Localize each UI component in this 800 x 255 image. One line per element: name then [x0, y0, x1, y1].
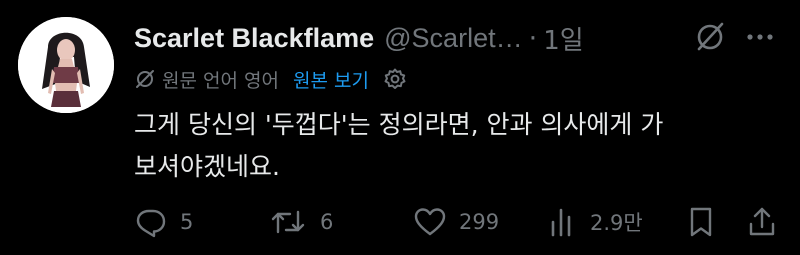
retweet-button[interactable]: 6 — [268, 202, 333, 242]
share-button[interactable] — [746, 202, 778, 242]
author-handle[interactable]: @Scarlet… — [384, 23, 522, 54]
show-original-link[interactable]: 원본 보기 — [293, 66, 369, 93]
more-options-button[interactable] — [740, 18, 780, 54]
translation-settings-button[interactable] — [383, 67, 407, 91]
bookmark-button[interactable] — [686, 202, 716, 242]
views-icon — [551, 208, 571, 237]
reply-count: 5 — [180, 210, 194, 234]
share-icon — [749, 207, 775, 236]
gear-icon — [384, 68, 406, 89]
translate-icon — [136, 70, 154, 88]
more-horizontal-icon — [747, 34, 773, 40]
retweet-count: 6 — [320, 210, 334, 234]
like-count: 299 — [459, 210, 500, 234]
action-bar: 5 6 299 2.9만 — [134, 202, 784, 242]
bookmark-icon — [690, 207, 712, 237]
heart-icon — [414, 208, 446, 236]
post-header: Scarlet Blackflame @Scarlet… · 1일 — [134, 18, 784, 58]
slash-circle-icon — [697, 22, 724, 51]
translation-bar: 원문 언어 영어 원본 보기 — [134, 62, 407, 96]
avatar-image — [18, 17, 114, 113]
tweet-text-line-2: 보셔야겠네요. — [134, 152, 280, 181]
like-button[interactable]: 299 — [413, 202, 499, 242]
reply-button[interactable]: 5 — [134, 202, 193, 242]
separator-dot: · — [528, 22, 538, 54]
reply-icon — [136, 209, 166, 238]
tweet-text-line-1: 그게 당신의 '두껍다'는 정의라면, 안과 의사에게 가 — [134, 110, 664, 139]
views-button[interactable]: 2.9만 — [546, 202, 643, 242]
source-language-note: 원문 언어 영어 — [162, 69, 279, 92]
tweet-text: 그게 당신의 '두껍다'는 정의라면, 안과 의사에게 가 보셔야겠네요. — [134, 104, 774, 188]
author-display-name[interactable]: Scarlet Blackflame — [134, 23, 374, 54]
tweet[interactable]: Scarlet Blackflame @Scarlet… · 1일 원문 언어 … — [0, 0, 800, 255]
post-time[interactable]: 1일 — [543, 20, 583, 57]
retweet-icon — [271, 210, 305, 234]
hide-reply-button[interactable] — [690, 18, 730, 54]
avatar[interactable] — [18, 17, 114, 113]
views-count: 2.9만 — [590, 211, 643, 235]
